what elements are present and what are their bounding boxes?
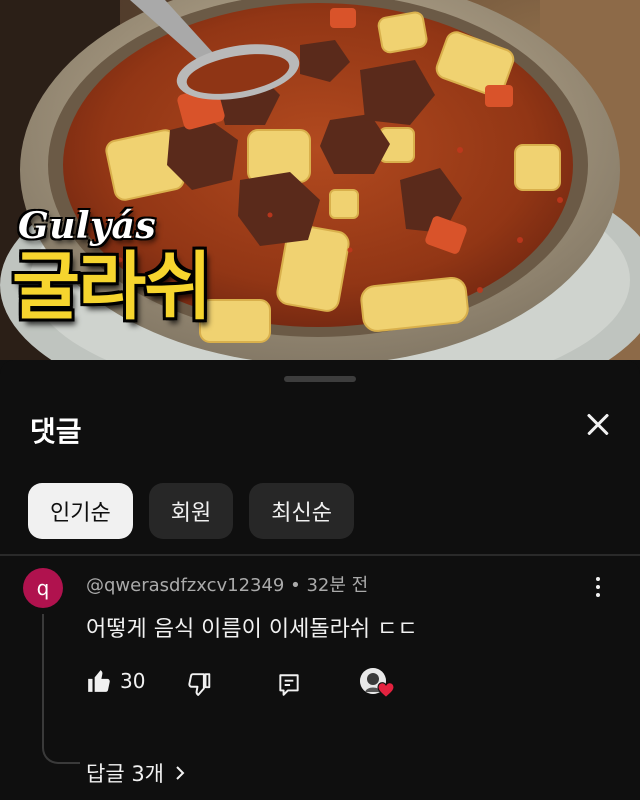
video-thumbnail[interactable]: Gulyás 굴라쉬 [0,0,640,360]
replies-label: 답글 3개 [86,762,164,786]
dislike-button[interactable] [186,672,212,702]
comment-text: 어떻게 음식 이름이 이세돌라쉬 ㄷㄷ [86,617,418,642]
more-vert-icon[interactable] [584,572,612,602]
reply-button[interactable] [276,672,302,702]
close-icon[interactable] [578,404,618,444]
sort-chip-top[interactable]: 인기순 [28,483,133,539]
chevron-right-icon [176,766,185,780]
sort-chip-newest[interactable]: 최신순 [249,483,354,539]
replies-button[interactable]: 답글 3개 [86,758,186,788]
sort-chips: 인기순 회원 최신순 [28,483,354,539]
divider [0,554,640,556]
thumbnail-title-latin: Gulyás [18,205,157,247]
like-button[interactable]: 30 [86,668,145,694]
comments-panel: 댓글 인기순 회원 최신순 q @qwerasdfzxcv12349 • 32분… [0,360,640,800]
thumbs-down-icon [188,673,211,696]
thread-line [42,614,80,764]
reply-icon [279,674,299,696]
sort-chip-members[interactable]: 회원 [148,483,234,539]
avatar[interactable]: q [23,568,63,608]
like-count: 30 [120,669,146,693]
thumbs-up-icon [88,670,110,692]
creator-heart-icon[interactable] [360,668,398,704]
comment-meta[interactable]: @qwerasdfzxcv12349 • 32분 전 [86,571,368,597]
drag-handle[interactable] [284,376,356,382]
thumbnail-title-korean: 굴라쉬 [12,244,212,330]
heart-icon [377,682,395,698]
panel-title: 댓글 [30,415,82,448]
comment-actions: 30 [86,668,406,708]
